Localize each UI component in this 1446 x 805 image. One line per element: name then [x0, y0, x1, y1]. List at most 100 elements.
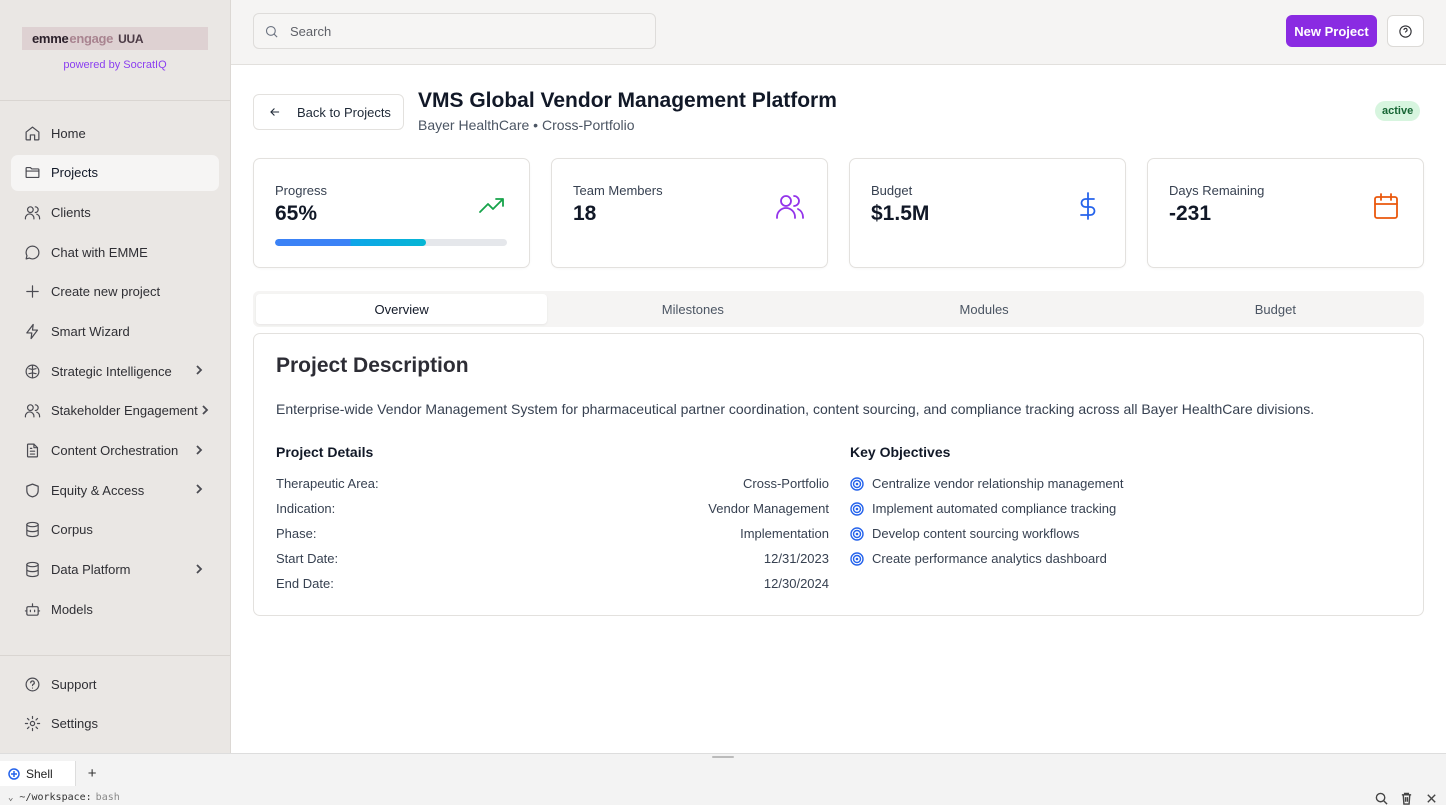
page-subtitle: Bayer HealthCare • Cross-Portfolio: [418, 117, 635, 133]
detail-row-indication: Indication: Vendor Management: [276, 501, 829, 516]
sidebar-item-stakeholder-engagement[interactable]: Stakeholder Engagement: [11, 393, 219, 429]
sidebar-item-label: Models: [51, 601, 93, 617]
stat-value: 65%: [275, 202, 318, 225]
progress-bar-fill: [275, 239, 426, 246]
tab-budget[interactable]: Budget: [1130, 294, 1421, 324]
chevron-right-icon: [193, 483, 205, 495]
tab-overview[interactable]: Overview: [256, 294, 548, 324]
sidebar-item-chat[interactable]: Chat with EMME: [11, 234, 219, 270]
chevron-down-icon: ⌄: [8, 792, 14, 803]
sidebar-item-clients[interactable]: Clients: [11, 194, 219, 230]
stat-label: Budget: [871, 183, 913, 198]
tab-bar: Overview Milestones Modules Budget: [253, 291, 1424, 327]
sidebar-item-strategic-intelligence[interactable]: Strategic Intelligence: [11, 353, 219, 389]
close-icon[interactable]: [1425, 792, 1438, 805]
powered-by-label: powered by SocratIQ: [63, 59, 167, 71]
new-project-button[interactable]: New Project: [1286, 15, 1377, 47]
detail-row-therapeutic-area: Therapeutic Area: Cross-Portfolio: [276, 476, 829, 491]
sidebar-item-label: Strategic Intelligence: [51, 363, 172, 379]
detail-label: Start Date:: [276, 551, 339, 566]
logo-text-engage: engage: [69, 31, 114, 46]
sidebar-item-equity-access[interactable]: Equity & Access: [11, 472, 219, 508]
back-button-label: Back to Projects: [297, 104, 391, 120]
sidebar-item-projects[interactable]: Projects: [11, 154, 219, 191]
sidebar-item-home[interactable]: Home: [11, 115, 219, 151]
zap-icon: [23, 322, 41, 340]
bot-icon: [23, 600, 41, 618]
help-circle-icon: [1399, 24, 1412, 38]
stat-label: Team Members: [573, 183, 663, 198]
users-icon: [23, 203, 41, 221]
sidebar-item-models[interactable]: Models: [11, 591, 219, 627]
shell-prompt[interactable]: ⌄ ~/workspace: bash: [8, 792, 120, 803]
resize-handle[interactable]: [712, 756, 734, 758]
objective-item: Develop content sourcing workflows: [850, 526, 1079, 541]
detail-value: Vendor Management: [708, 501, 829, 516]
top-bar: New Project: [231, 0, 1446, 65]
add-tab-icon[interactable]: +: [88, 765, 97, 782]
tab-modules[interactable]: Modules: [839, 294, 1130, 324]
dollar-icon: [1073, 191, 1103, 221]
gear-icon: [23, 715, 41, 733]
shell-actions: [1375, 792, 1438, 805]
shell-panel: Shell + ⌄ ~/workspace: bash: [0, 753, 1446, 805]
logo-text-emme: emme: [32, 31, 69, 46]
stat-card-progress: Progress 65%: [253, 158, 530, 268]
stat-card-days-remaining: Days Remaining -231: [1147, 158, 1424, 268]
target-icon: [850, 476, 864, 491]
brand-area: emme engage UUA powered by SocratIQ: [0, 0, 230, 101]
tab-milestones[interactable]: Milestones: [547, 294, 838, 324]
objective-text: Develop content sourcing workflows: [872, 526, 1080, 541]
trending-up-icon: [477, 191, 507, 221]
logo[interactable]: emme engage UUA: [22, 27, 208, 50]
page-title: VMS Global Vendor Management Platform: [418, 89, 837, 112]
back-to-projects-button[interactable]: Back to Projects: [253, 94, 404, 130]
brain-icon: [23, 362, 41, 380]
chevron-right-icon: [193, 364, 205, 376]
trash-icon[interactable]: [1400, 792, 1413, 805]
objective-text: Centralize vendor relationship managemen…: [872, 476, 1124, 491]
project-details-title: Project Details: [276, 444, 374, 460]
sidebar-item-content-orchestration[interactable]: Content Orchestration: [11, 433, 219, 469]
search-icon[interactable]: [1375, 792, 1388, 805]
target-icon: [850, 501, 864, 516]
database-icon: [23, 561, 41, 579]
search-box[interactable]: [253, 13, 656, 49]
sidebar-item-create-project[interactable]: Create new project: [11, 274, 219, 310]
detail-label: Phase:: [276, 526, 317, 541]
objective-item: Centralize vendor relationship managemen…: [850, 476, 1123, 491]
help-button[interactable]: [1387, 15, 1424, 47]
shell-tab[interactable]: Shell: [0, 761, 76, 786]
arrow-left-icon: [270, 108, 280, 116]
users-icon: [23, 402, 41, 420]
sidebar-item-label: Data Platform: [51, 562, 131, 578]
sidebar-item-smart-wizard[interactable]: Smart Wizard: [11, 313, 219, 349]
shell-icon: [8, 767, 20, 780]
chat-icon: [23, 243, 41, 261]
sidebar-item-data-platform[interactable]: Data Platform: [11, 552, 219, 588]
sidebar-nav: Home Projects Clients Chat with EMME Cre…: [0, 101, 230, 627]
objective-text: Implement automated compliance tracking: [872, 501, 1117, 516]
sidebar-item-label: Smart Wizard: [51, 323, 130, 339]
detail-label: Therapeutic Area:: [276, 476, 379, 491]
search-input[interactable]: [290, 23, 630, 39]
progress-bar: [275, 239, 507, 246]
section-title: Project Description: [276, 354, 469, 377]
detail-value: Implementation: [740, 526, 829, 541]
objective-item: Implement automated compliance tracking: [850, 501, 1116, 516]
sidebar-item-label: Create new project: [51, 284, 161, 300]
users-icon: [775, 191, 805, 221]
sidebar-item-label: Support: [51, 676, 97, 692]
sidebar-item-label: Clients: [51, 204, 91, 220]
file-text-icon: [23, 442, 41, 460]
sidebar-item-support[interactable]: Support: [11, 666, 219, 702]
detail-value: Cross-Portfolio: [743, 476, 829, 491]
sidebar-item-corpus[interactable]: Corpus: [11, 512, 219, 548]
shell-tab-bar: Shell +: [0, 761, 96, 786]
detail-value: 12/30/2024: [763, 576, 829, 591]
sidebar-item-settings[interactable]: Settings: [11, 706, 219, 742]
sidebar-item-label: Chat with EMME: [51, 244, 148, 260]
shell-path: ~/workspace:: [19, 792, 92, 803]
sidebar-item-label: Corpus: [51, 522, 93, 538]
shell-tab-label: Shell: [26, 766, 53, 781]
